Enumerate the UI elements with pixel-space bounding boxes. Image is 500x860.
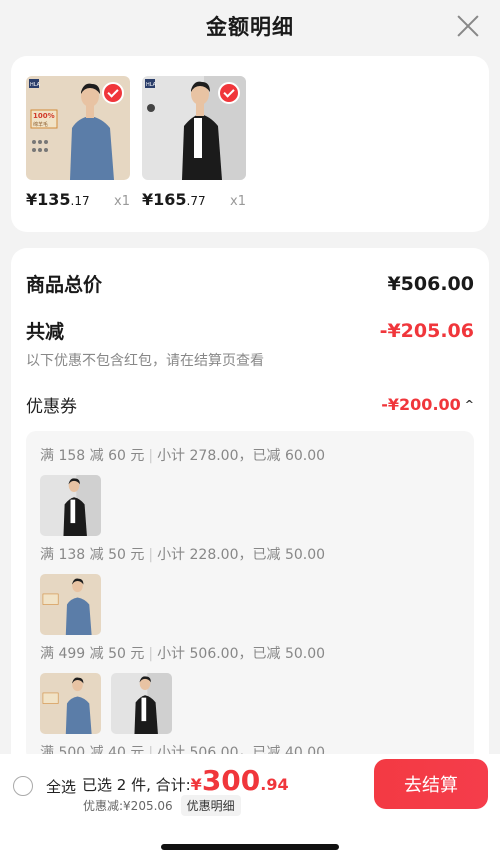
discount-label: 共减 <box>26 321 65 343</box>
coupon-entry: 满 138 减 50 元 | 小计 228.00，已减 50.00 <box>40 544 460 635</box>
coupon-rule: 满 499 减 50 元 <box>40 646 145 662</box>
svg-text:HLA: HLA <box>146 82 157 88</box>
total-label: 商品总价 <box>26 274 103 296</box>
product-qty: x1 <box>230 194 246 209</box>
svg-text:HLA: HLA <box>30 82 41 88</box>
product-item[interactable]: HLA ¥165.77 x1 <box>142 76 246 232</box>
checkout-button[interactable]: 去结算 <box>374 759 488 809</box>
coupon-detail: 小计 506.00，已减 50.00 <box>157 646 326 662</box>
coupon-item-image <box>111 673 172 734</box>
coupon-entry: 满 499 减 50 元 | 小计 506.00，已减 50.00 <box>40 643 460 734</box>
checkout-bar: 全选 已选 2 件, 合计: ¥ 300 .94 优惠减:¥205.06 优惠明… <box>0 754 500 860</box>
select-all-label[interactable]: 全选 <box>46 776 76 797</box>
coupon-item-image <box>40 673 101 734</box>
discount-value: -¥205.06 <box>379 319 474 342</box>
product-card: HLA 100% 绵羊毛 ¥135.17 x1 HLA ¥165.77 x1 <box>11 56 489 232</box>
chevron-up-icon: ^ <box>464 398 474 411</box>
svg-text:绵羊毛: 绵羊毛 <box>33 121 48 128</box>
total-amount-int: 300 <box>201 764 261 797</box>
price-detail-card: 商品总价 ¥506.00 共减 -¥205.06 以下优惠不包含红包，请在结算页… <box>11 248 489 788</box>
discount-detail-link[interactable]: 优惠明细 <box>180 795 241 816</box>
coupon-rule: 满 138 减 50 元 <box>40 547 145 563</box>
selected-check-icon[interactable] <box>218 82 240 104</box>
home-indicator[interactable] <box>161 844 339 850</box>
coupon-value: -¥200.00 ^ <box>381 395 474 414</box>
coupon-item-image <box>40 475 101 536</box>
discount-note: 以下优惠不包含红包，请在结算页查看 <box>26 353 264 369</box>
total-value: ¥506.00 <box>387 272 474 295</box>
product-qty: x1 <box>114 194 130 209</box>
page-title: 金额明细 <box>206 15 294 39</box>
total-summary: 已选 2 件, 合计: ¥ 300 .94 <box>82 767 289 795</box>
coupon-detail: 小计 228.00，已减 50.00 <box>157 547 326 563</box>
header: 金额明细 <box>0 0 500 52</box>
total-amount-dec: .94 <box>260 775 289 794</box>
coupon-item-image <box>40 574 101 635</box>
coupon-label: 优惠券 <box>26 397 77 417</box>
coupon-list: 满 158 减 60 元 | 小计 278.00，已减 60.00 满 138 减 … <box>26 431 474 761</box>
svg-text:100%: 100% <box>33 112 55 120</box>
saved-amount: 优惠减:¥205.06 <box>83 799 173 813</box>
product-price: ¥165.77 <box>142 190 206 209</box>
close-icon[interactable] <box>456 14 480 38</box>
product-image: HLA <box>142 76 246 180</box>
product-image: HLA 100% 绵羊毛 <box>26 76 130 180</box>
coupon-toggle[interactable]: 优惠券 -¥200.00 ^ <box>26 392 474 417</box>
selected-count: 已选 2 件, 合计: <box>82 776 191 794</box>
select-all-radio[interactable] <box>13 776 33 796</box>
product-price: ¥135.17 <box>26 190 90 209</box>
currency-symbol: ¥ <box>190 775 202 794</box>
selected-check-icon[interactable] <box>102 82 124 104</box>
coupon-rule: 满 158 减 60 元 <box>40 448 145 464</box>
coupon-detail: 小计 278.00，已减 60.00 <box>157 448 326 464</box>
product-item[interactable]: HLA 100% 绵羊毛 ¥135.17 x1 <box>26 76 130 232</box>
coupon-entry: 满 158 减 60 元 | 小计 278.00，已减 60.00 <box>40 445 460 536</box>
